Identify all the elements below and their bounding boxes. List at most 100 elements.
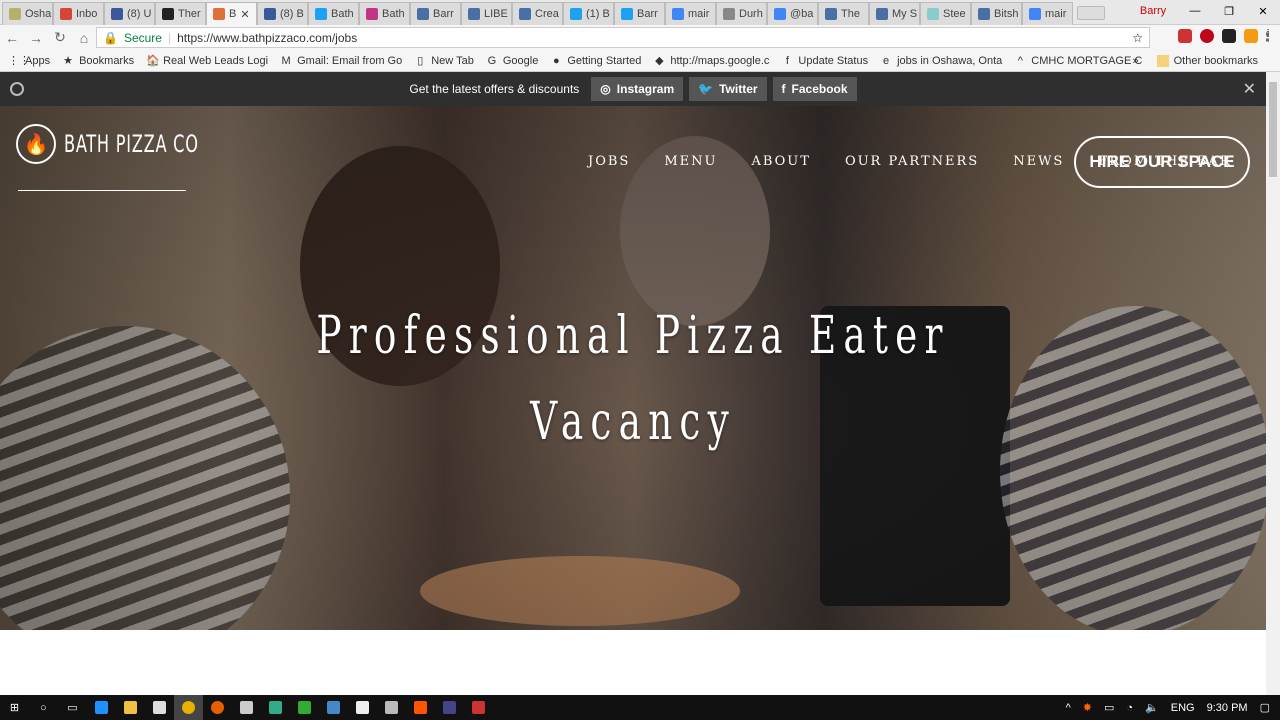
- maximize-button[interactable]: ❐: [1212, 5, 1246, 18]
- back-icon[interactable]: ←: [0, 30, 24, 46]
- twitter-icon: 🐦: [698, 82, 714, 96]
- browser-tab[interactable]: The: [818, 2, 869, 25]
- extension-icon[interactable]: [1178, 29, 1192, 43]
- hire-our-space-button[interactable]: HIRE OUR SPACE: [1074, 136, 1250, 188]
- other-bookmarks[interactable]: Other bookmarks: [1156, 54, 1258, 67]
- browser-tab[interactable]: B ✕: [206, 2, 257, 25]
- menu-item[interactable]: ABOUT: [751, 154, 810, 169]
- notifications-icon[interactable]: ▢: [1260, 701, 1270, 714]
- minimize-button[interactable]: —: [1178, 5, 1212, 17]
- bookmark-item[interactable]: ◆ http://maps.google.c: [653, 55, 769, 67]
- calculator-icon[interactable]: [377, 695, 406, 720]
- browser-tab[interactable]: Bitsh: [971, 2, 1022, 25]
- scrollbar-thumb[interactable]: [1269, 82, 1277, 177]
- bookmark-label: Update Status: [798, 54, 869, 67]
- browser-tab[interactable]: mair: [1022, 2, 1073, 25]
- start-icon[interactable]: ⊞: [0, 695, 29, 720]
- browser-tab[interactable]: Bath: [359, 2, 410, 25]
- browser-tab[interactable]: (8) U: [104, 2, 155, 25]
- bookmark-icon: ★: [63, 54, 74, 67]
- calculator-icon[interactable]: [232, 695, 261, 720]
- language-indicator[interactable]: ENG: [1171, 702, 1195, 714]
- browser-tab[interactable]: (8) B: [257, 2, 308, 25]
- volume-icon[interactable]: 🔈: [1145, 701, 1159, 714]
- close-tab-icon[interactable]: ✕: [240, 8, 249, 21]
- browser-tab[interactable]: LIBE: [461, 2, 512, 25]
- browser-tab[interactable]: @ba: [767, 2, 818, 25]
- bookmark-item[interactable]: ● Getting Started: [550, 55, 641, 67]
- forward-icon[interactable]: →: [24, 30, 48, 46]
- brave-icon[interactable]: [406, 695, 435, 720]
- search-icon[interactable]: ○: [29, 695, 58, 720]
- pinterest-icon[interactable]: [1200, 29, 1214, 43]
- bookmark-item[interactable]: ★ Bookmarks: [62, 55, 134, 67]
- chrome-icon[interactable]: [174, 695, 203, 720]
- bookmark-item[interactable]: e jobs in Oshawa, Onta: [880, 55, 1002, 67]
- menu-item[interactable]: JOBS: [588, 154, 630, 169]
- new-tab-button[interactable]: [1077, 6, 1105, 20]
- menu-item[interactable]: MENU: [664, 154, 717, 169]
- star-icon[interactable]: ☆: [1132, 31, 1143, 45]
- menu-item[interactable]: OUR PARTNERS: [845, 154, 979, 169]
- wifi-icon[interactable]: ◔: [1126, 702, 1133, 714]
- bookmark-item[interactable]: 🏠 Real Web Leads Logi: [146, 55, 268, 67]
- browser-tab[interactable]: Bath: [308, 2, 359, 25]
- bookmark-label: Real Web Leads Logi: [163, 54, 269, 67]
- home-icon[interactable]: ⌂: [72, 30, 96, 46]
- bookmark-item[interactable]: G Google: [486, 54, 539, 67]
- instagram-button[interactable]: ◎ Instagram: [591, 77, 684, 101]
- menu-icon[interactable]: [1266, 29, 1270, 43]
- task-view-icon[interactable]: ▭: [58, 695, 87, 720]
- bookmarks-bar: ⋮⋮ Apps ★ Bookmarks 🏠 Real Web Leads Logi M Gma…: [0, 50, 1280, 72]
- menu-item[interactable]: NEWS: [1013, 154, 1064, 169]
- browser-tab[interactable]: Osha: [2, 2, 53, 25]
- scrollbar[interactable]: [1266, 72, 1280, 695]
- bookmark-icon: ◆: [655, 54, 664, 67]
- tab-title: Osha: [25, 8, 52, 20]
- bookmark-item[interactable]: ▯ New Tab: [414, 55, 474, 67]
- firefox-icon[interactable]: [203, 695, 232, 720]
- file-explorer-icon[interactable]: [116, 695, 145, 720]
- app-icon[interactable]: [290, 695, 319, 720]
- battery-icon[interactable]: ▭: [1104, 701, 1114, 714]
- bookmark-item[interactable]: ⋮⋮ Apps: [8, 55, 50, 67]
- browser-tab[interactable]: (1) B: [563, 2, 614, 25]
- browser-tab[interactable]: mair: [665, 2, 716, 25]
- close-button[interactable]: ✕: [1246, 5, 1280, 18]
- browser-tab[interactable]: Barr: [410, 2, 461, 25]
- amazon-icon[interactable]: [1222, 29, 1236, 43]
- store-icon[interactable]: [145, 695, 174, 720]
- browser-tab[interactable]: Barr: [614, 2, 665, 25]
- mail-icon[interactable]: [348, 695, 377, 720]
- browser-tab[interactable]: Ther: [155, 2, 206, 25]
- browser-tab[interactable]: Inbo: [53, 2, 104, 25]
- bookmark-item[interactable]: f Update Status: [781, 55, 868, 67]
- facebook-label: Facebook: [791, 82, 848, 96]
- bookmark-item[interactable]: ^ CMHC MORTGAGE C: [1014, 55, 1143, 67]
- profile-button[interactable]: Barry: [1128, 5, 1178, 17]
- app-icon[interactable]: [435, 695, 464, 720]
- browser-tab[interactable]: Stee: [920, 2, 971, 25]
- avast-icon[interactable]: ✸: [1083, 701, 1092, 714]
- clock[interactable]: 9:30 PM: [1207, 702, 1248, 714]
- bookmark-item[interactable]: M Gmail: Email from Go: [280, 55, 403, 67]
- reload-icon[interactable]: ↻: [48, 29, 72, 46]
- tab-title: Barr: [637, 8, 658, 20]
- app-icon[interactable]: [261, 695, 290, 720]
- close-banner-icon[interactable]: ✕: [1243, 79, 1256, 99]
- extension-icon[interactable]: [1244, 29, 1258, 43]
- browser-tab[interactable]: Durh: [716, 2, 767, 25]
- more-bookmarks-icon[interactable]: »: [1133, 55, 1139, 67]
- twitter-button[interactable]: 🐦 Twitter: [689, 77, 767, 101]
- facebook-button[interactable]: f Facebook: [772, 77, 857, 101]
- browser-tab[interactable]: My S: [869, 2, 920, 25]
- chevron-up-icon[interactable]: ^: [1066, 702, 1071, 714]
- browser-tab[interactable]: Crea: [512, 2, 563, 25]
- tab-favicon-icon: [519, 8, 531, 20]
- edge-icon[interactable]: [87, 695, 116, 720]
- bookmark-icon: G: [487, 54, 497, 67]
- app-icon[interactable]: [319, 695, 348, 720]
- url-input[interactable]: 🔒 Secure | https://www.bathpizzaco.com/j…: [96, 27, 1150, 48]
- app-icon[interactable]: [464, 695, 493, 720]
- site-logo[interactable]: 🔥 BATH PIZZA CO: [16, 124, 244, 164]
